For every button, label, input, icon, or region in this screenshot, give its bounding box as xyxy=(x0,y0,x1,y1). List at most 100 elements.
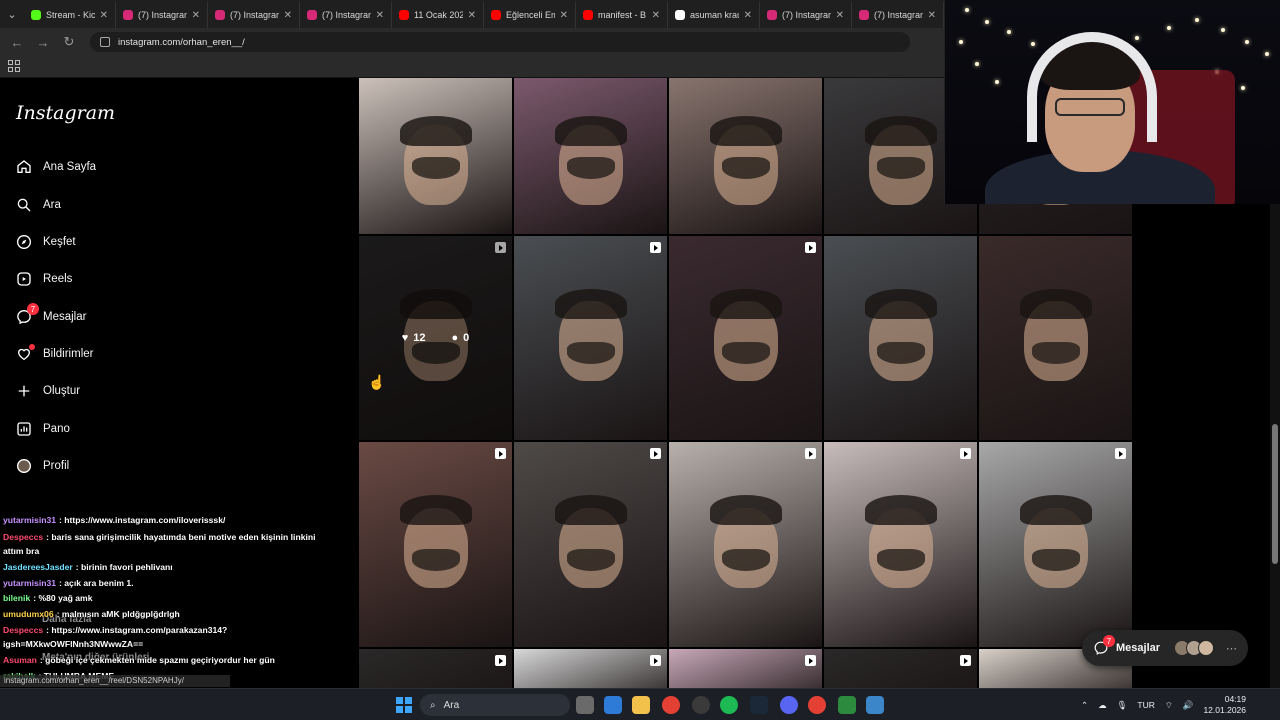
chat-text: : malmısın aMK pldğgplğdrlgh xyxy=(56,609,180,619)
sidebar-item-search[interactable]: Ara xyxy=(16,191,61,219)
instagram-logo[interactable]: Instagram xyxy=(16,102,115,124)
tab-close-icon[interactable]: ✕ xyxy=(192,10,200,21)
tab-close-icon[interactable]: ✕ xyxy=(560,10,568,21)
sidebar-item-home[interactable]: Ana Sayfa xyxy=(16,153,96,181)
grid-post[interactable] xyxy=(514,442,667,647)
tab-close-icon[interactable]: ✕ xyxy=(284,10,292,21)
discord-icon[interactable] xyxy=(780,696,798,714)
mouse-cursor-icon: ☝ xyxy=(368,374,386,390)
chrome-icon[interactable] xyxy=(808,696,826,714)
wifi-icon[interactable]: ⌔ xyxy=(1165,700,1173,711)
tab-close-icon[interactable]: ✕ xyxy=(376,10,384,21)
grid-post[interactable] xyxy=(359,78,512,234)
file-explorer-icon[interactable] xyxy=(632,696,650,714)
grid-post[interactable] xyxy=(669,236,822,440)
tab-close-icon[interactable]: ✕ xyxy=(744,10,752,21)
grid-post[interactable] xyxy=(669,649,822,688)
sidebar-item-messenger[interactable]: 7 Mesajlar xyxy=(16,303,86,331)
reel-icon xyxy=(805,655,816,666)
tab-close-icon[interactable]: ✕ xyxy=(928,10,936,21)
browser-tab[interactable]: (7) Instagram ✕ xyxy=(208,2,300,28)
browser-tab[interactable]: manifest - B ✕ xyxy=(576,2,668,28)
browser-tab[interactable]: (7) Instagram ✕ xyxy=(116,2,208,28)
browser-tab[interactable]: asuman krau ✕ xyxy=(668,2,760,28)
sidebar-item-dashboard[interactable]: Pano xyxy=(16,415,70,443)
store-icon[interactable] xyxy=(604,696,622,714)
url-field[interactable]: instagram.com/orhan_eren__/ xyxy=(90,32,910,52)
back-icon[interactable]: ← xyxy=(6,31,28,53)
grid-post[interactable] xyxy=(514,649,667,688)
browser-tab[interactable]: Stream - Kick ✕ xyxy=(24,2,116,28)
language-indicator[interactable]: TUR xyxy=(1137,700,1154,710)
tab-favicon-icon xyxy=(583,10,593,20)
tab-favicon-icon xyxy=(675,10,685,20)
tray-chevron-icon[interactable]: ⌃ xyxy=(1081,700,1088,711)
tab-close-icon[interactable]: ✕ xyxy=(468,10,476,21)
browser-tab[interactable]: 11 Ocak 2026 ✕ xyxy=(392,2,484,28)
sidebar-item-label: Ana Sayfa xyxy=(43,161,97,173)
tab-close-icon[interactable]: ✕ xyxy=(836,10,844,21)
taskbar-search[interactable]: ⌕ Ara xyxy=(420,694,570,716)
more-dots-icon[interactable]: ⋯ xyxy=(1226,642,1237,655)
page-scrollbar[interactable] xyxy=(1270,204,1280,688)
network-icon[interactable]: ☁ xyxy=(1098,700,1107,711)
grid-post[interactable] xyxy=(359,442,512,647)
mic-icon[interactable]: 🎙 xyxy=(1117,700,1128,711)
browser-tab[interactable]: (7) Instagram ✕ xyxy=(300,2,392,28)
sidebar-item-profile[interactable]: Profil xyxy=(16,452,69,480)
grid-post[interactable] xyxy=(824,236,977,440)
app-icon[interactable] xyxy=(692,696,710,714)
volume-icon[interactable]: 🔊 xyxy=(1183,700,1194,711)
steam-icon[interactable] xyxy=(750,696,768,714)
grid-post[interactable] xyxy=(979,442,1132,647)
sidebar-item-heart[interactable]: Bildirimler xyxy=(16,340,93,368)
string-light xyxy=(959,40,963,44)
grid-post[interactable] xyxy=(359,649,512,688)
apps-grid-icon[interactable] xyxy=(8,60,20,72)
clock-date: 12.01.2026 xyxy=(1203,705,1246,715)
browser-tab[interactable]: (7) Instagram ✕ xyxy=(852,2,944,28)
sidebar-item-plus[interactable]: Oluştur xyxy=(16,377,80,405)
sidebar-item-label: Pano xyxy=(43,423,70,435)
search-icon: ⌕ xyxy=(430,699,436,711)
browser-tab[interactable]: Eğlenceli Em ✕ xyxy=(484,2,576,28)
task-view-icon[interactable] xyxy=(576,696,594,714)
chat-username: bilenik xyxy=(3,593,31,603)
grid-post[interactable] xyxy=(979,236,1132,440)
photo-subject-hair xyxy=(554,289,627,320)
spotify-icon[interactable] xyxy=(720,696,738,714)
sidebar-item-compass[interactable]: Keşfet xyxy=(16,228,76,256)
tab-close-icon[interactable]: ✕ xyxy=(652,10,660,21)
sidebar-item-reels[interactable]: Reels xyxy=(16,265,72,293)
grid-post[interactable] xyxy=(824,649,977,688)
reload-icon[interactable]: ↻ xyxy=(58,31,80,53)
photo-subject-hair xyxy=(864,115,937,146)
chrome-icon[interactable] xyxy=(662,696,680,714)
chat-text: : açık ara benim 1. xyxy=(59,578,134,588)
url-text: instagram.com/orhan_eren__/ xyxy=(118,36,245,48)
tab-label: Stream - Kick xyxy=(46,10,95,20)
notepad-icon[interactable] xyxy=(838,696,856,714)
sidebar-item-label: Keşfet xyxy=(43,236,76,248)
tab-search-icon[interactable]: ⌄ xyxy=(0,0,24,28)
browser-tab[interactable]: (7) Instagram ✕ xyxy=(760,2,852,28)
avatar xyxy=(1198,640,1215,656)
photo-subject-hair xyxy=(399,115,472,146)
app-icon[interactable] xyxy=(866,696,884,714)
taskbar-clock[interactable]: 04:19 12.01.2026 xyxy=(1203,694,1246,716)
clock-time: 04:19 xyxy=(1224,694,1246,704)
tab-close-icon[interactable]: ✕ xyxy=(100,10,108,21)
grid-post[interactable] xyxy=(669,442,822,647)
tab-favicon-icon xyxy=(123,10,133,20)
grid-post[interactable] xyxy=(514,78,667,234)
grid-post[interactable]: ♥ 12 ● 0 xyxy=(359,236,512,440)
windows-start-icon[interactable] xyxy=(396,697,412,713)
forward-icon[interactable]: → xyxy=(32,31,54,53)
messages-float-button[interactable]: 7 Mesajlar ⋯ xyxy=(1082,630,1248,666)
grid-post[interactable] xyxy=(824,442,977,647)
grid-post[interactable] xyxy=(514,236,667,440)
photo-subject-beard xyxy=(1031,548,1080,571)
site-info-icon[interactable] xyxy=(100,37,110,47)
scrollbar-thumb[interactable] xyxy=(1272,424,1278,564)
grid-post[interactable] xyxy=(669,78,822,234)
